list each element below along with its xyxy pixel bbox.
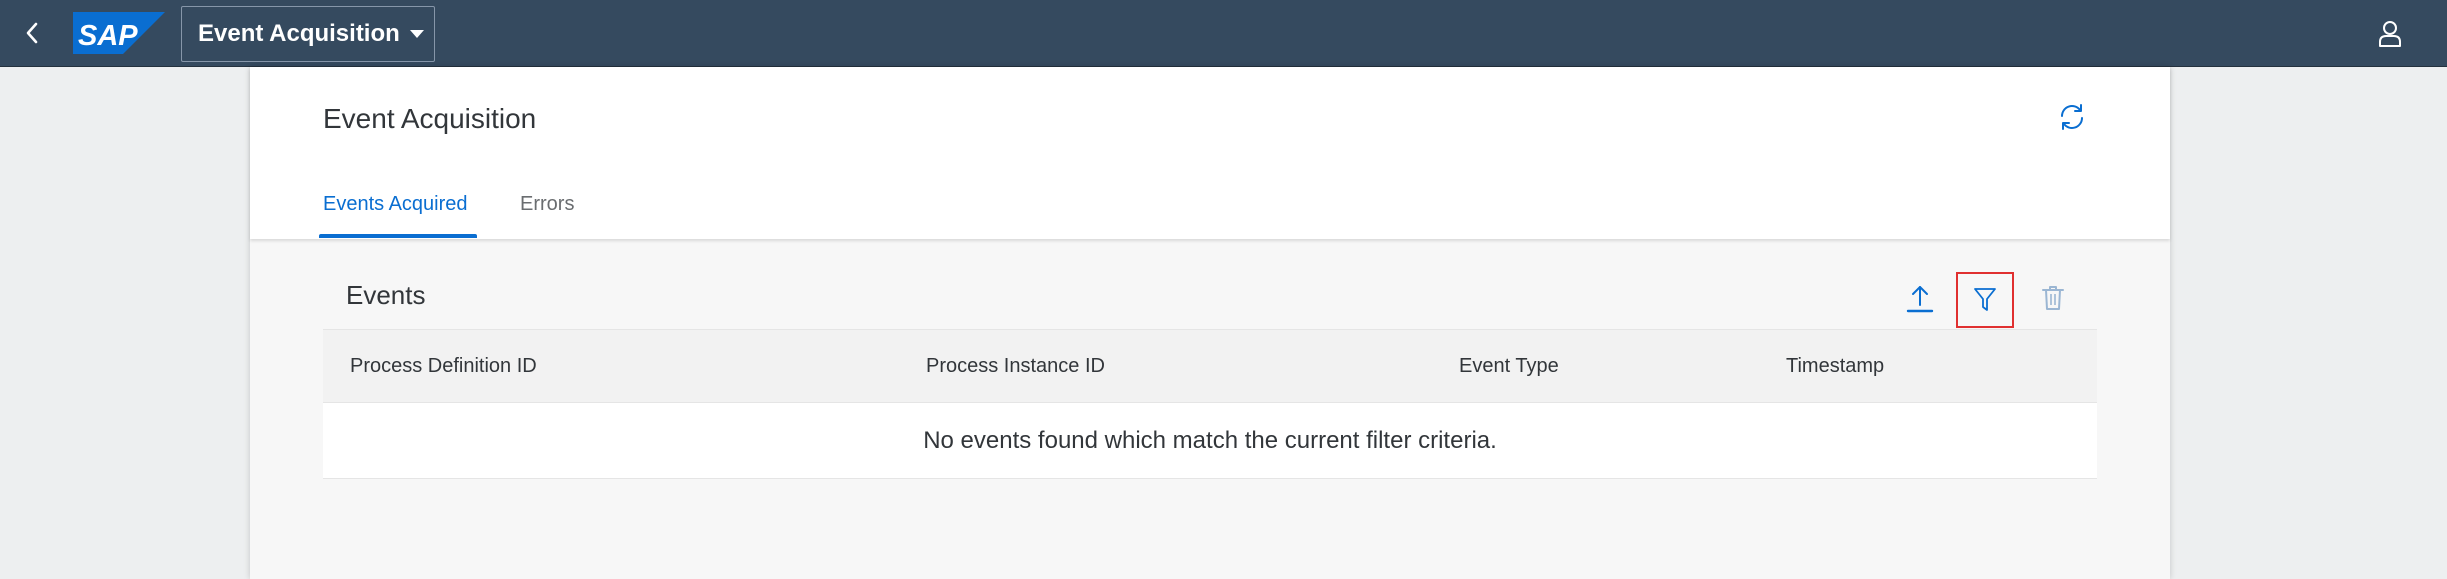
upload-button[interactable]: [1892, 270, 1948, 326]
column-header-timestamp[interactable]: Timestamp: [1786, 355, 1884, 378]
object-page: Event Acquisition Events Acquired Errors…: [250, 67, 2170, 579]
caret-down-icon: [409, 30, 424, 38]
column-header-event-type[interactable]: Event Type: [1459, 355, 1559, 378]
filter-icon: [1974, 288, 1996, 311]
delete-icon: [2042, 286, 2064, 310]
table-no-data-row: No events found which match the current …: [323, 403, 2097, 479]
sap-logo[interactable]: SAP: [73, 12, 165, 54]
page-header: Event Acquisition Events Acquired Errors: [250, 67, 2170, 239]
events-table-header: Process Definition ID Process Instance I…: [323, 329, 2097, 403]
chevron-left-icon: [26, 22, 38, 44]
tab-events-acquired[interactable]: Events Acquired: [323, 193, 468, 216]
no-data-text: No events found which match the current …: [923, 426, 1497, 454]
app-title-menu-button[interactable]: Event Acquisition: [181, 6, 435, 62]
app-title: Event Acquisition: [198, 20, 400, 47]
tab-errors[interactable]: Errors: [520, 193, 574, 216]
user-icon: [2379, 21, 2401, 47]
column-header-process-definition-id[interactable]: Process Definition ID: [350, 355, 537, 378]
shell-bar: SAP Event Acquisition: [0, 0, 2447, 67]
selected-tab-indicator: [319, 234, 477, 238]
sap-logo-text: SAP: [78, 20, 138, 52]
refresh-button[interactable]: [2050, 95, 2094, 139]
back-button[interactable]: [14, 14, 50, 52]
filter-button[interactable]: [1956, 272, 2014, 328]
events-section-title: Events: [346, 280, 426, 310]
user-profile-button[interactable]: [2370, 14, 2410, 54]
delete-button[interactable]: [2025, 270, 2081, 326]
page-title: Event Acquisition: [323, 103, 537, 134]
column-header-process-instance-id[interactable]: Process Instance ID: [926, 355, 1105, 378]
refresh-icon: [2061, 104, 2083, 130]
upload-icon: [1906, 286, 1934, 313]
